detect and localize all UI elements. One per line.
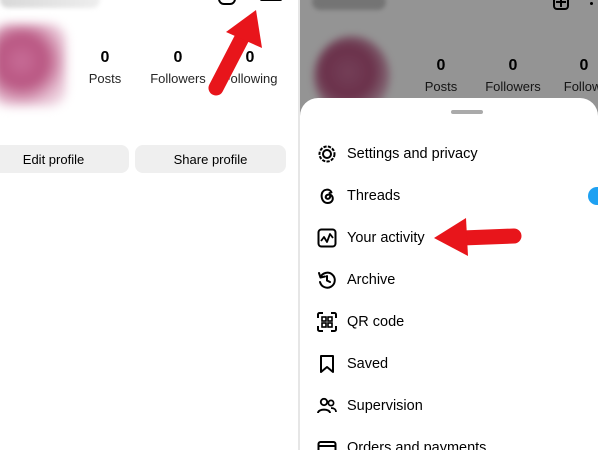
menu-item-label: Orders and payments [347, 440, 487, 450]
menu-item-settings-and-privacy[interactable]: Settings and privacy [300, 133, 598, 175]
menu-item-archive[interactable]: Archive [300, 259, 598, 301]
menu-item-saved[interactable]: Saved [300, 343, 598, 385]
card-icon [316, 437, 338, 450]
settings-gear-icon [316, 143, 338, 165]
menu-item-label: Settings and privacy [347, 146, 478, 162]
menu-item-label: Archive [347, 272, 396, 288]
menu-bottom-sheet: Settings and privacy Threads Your activi… [300, 98, 598, 450]
threads-icon [316, 185, 338, 207]
followers-stat[interactable]: 0 Followers [148, 49, 208, 86]
new-badge [588, 187, 598, 205]
followers-count: 0 [173, 49, 183, 66]
qr-code-icon [316, 311, 338, 333]
menu-item-orders-and-payments[interactable]: Orders and payments [300, 427, 598, 450]
profile-screen: 0 Posts 0 Followers 0 Following Edit pro… [0, 0, 298, 450]
supervision-people-icon [316, 395, 338, 417]
sheet-drag-handle[interactable] [451, 110, 483, 114]
archive-history-icon [316, 269, 338, 291]
username-blurred [0, 0, 100, 8]
edit-profile-button[interactable]: Edit profile [0, 145, 129, 173]
menu-item-supervision[interactable]: Supervision [300, 385, 598, 427]
menu-item-label: Supervision [347, 398, 423, 414]
avatar[interactable] [0, 24, 66, 106]
share-profile-button[interactable]: Share profile [135, 145, 286, 173]
activity-icon [316, 227, 338, 249]
red-arrow-annotation-icon [208, 10, 262, 96]
followers-label: Followers [150, 71, 206, 86]
menu-item-qr-code[interactable]: QR code [300, 301, 598, 343]
red-arrow-annotation-icon [434, 218, 522, 256]
menu-item-label: Threads [347, 188, 401, 204]
menu-item-label: Your activity [347, 230, 425, 246]
posts-label: Posts [88, 71, 122, 86]
menu-item-label: QR code [347, 314, 405, 330]
menu-item-threads[interactable]: Threads [300, 175, 598, 217]
bookmark-icon [316, 353, 338, 375]
posts-stat[interactable]: 0 Posts [84, 49, 126, 86]
menu-item-label: Saved [347, 356, 389, 372]
posts-count: 0 [100, 49, 110, 66]
profile-screen-with-menu: 0 Posts 0 Followers 0 Followi Settings a… [300, 0, 598, 450]
